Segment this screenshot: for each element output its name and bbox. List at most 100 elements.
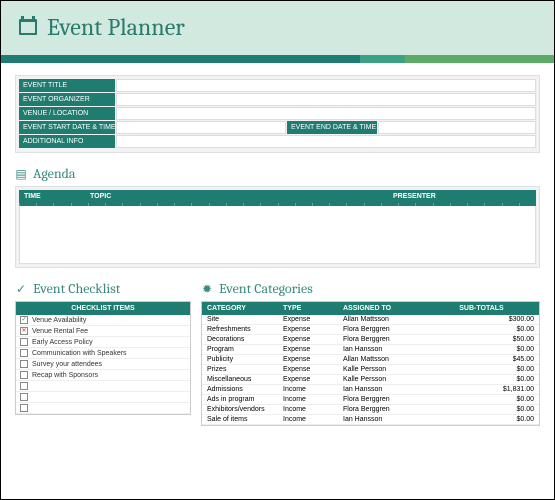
checklist-title-text: Event Checklist <box>33 280 120 297</box>
categories-header: CATEGORY TYPE ASSIGNED TO SUB-TOTALS <box>202 302 539 315</box>
checklist-item-label: Early Access Policy <box>32 339 186 346</box>
checklist-item-label: Survey your attendees <box>32 361 186 368</box>
cell-assigned: Kalle Persson <box>338 366 424 373</box>
category-row[interactable]: PublicityExpenseAllan Mattsson$45.00 <box>202 355 539 365</box>
col-type: TYPE <box>278 302 338 315</box>
category-row[interactable]: DecorationsExpenseFlora Berggren$50.00 <box>202 335 539 345</box>
category-row[interactable]: Exhibitors/vendorsIncomeFlora Berggren$0… <box>202 405 539 415</box>
field-start[interactable] <box>116 121 286 134</box>
checkbox[interactable] <box>20 349 28 357</box>
field-end[interactable] <box>378 121 536 134</box>
field-organizer[interactable] <box>116 93 536 106</box>
agenda-title: ▤ Agenda <box>15 165 540 182</box>
category-row[interactable]: PrizesExpenseKalle Persson$0.00 <box>202 365 539 375</box>
calendar-icon <box>19 19 37 35</box>
checklist-item[interactable]: Venue Rental Fee <box>16 326 190 337</box>
cell-subtotal: $0.00 <box>424 406 539 413</box>
cell-subtotal: $0.00 <box>424 326 539 333</box>
cell-type: Expense <box>278 376 338 383</box>
cell-assigned: Flora Berggren <box>338 396 424 403</box>
category-row[interactable]: SiteExpenseAllan Mattsson$300.00 <box>202 315 539 325</box>
field-additional[interactable] <box>116 135 536 148</box>
category-row[interactable]: MiscellaneousExpenseKalle Persson$0.00 <box>202 375 539 385</box>
checkbox[interactable] <box>20 360 28 368</box>
cell-category: Sale of items <box>202 416 278 423</box>
label-additional: ADDITIONAL INFO <box>19 135 115 148</box>
category-row[interactable]: AdmissionsIncomeIan Hansson$1,831.00 <box>202 385 539 395</box>
category-row[interactable]: Sale of itemsIncomeIan Hansson$0.00 <box>202 415 539 425</box>
cell-type: Income <box>278 386 338 393</box>
checklist-item[interactable]: Early Access Policy <box>16 337 190 348</box>
bulb-icon: ✹ <box>201 283 213 295</box>
cell-type: Expense <box>278 316 338 323</box>
category-row[interactable]: RefreshmentsExpenseFlora Berggren$0.00 <box>202 325 539 335</box>
cell-type: Expense <box>278 326 338 333</box>
checklist-item[interactable]: Venue Availability <box>16 315 190 326</box>
cell-subtotal: $1,831.00 <box>424 386 539 393</box>
agenda-col-time: TIME <box>19 190 85 203</box>
agenda-title-text: Agenda <box>33 165 76 182</box>
category-row[interactable]: Ads in programIncomeFlora Berggren$0.00 <box>202 395 539 405</box>
event-info-box: EVENT TITLE EVENT ORGANIZER VENUE / LOCA… <box>15 75 540 153</box>
cell-subtotal: $0.00 <box>424 396 539 403</box>
agenda-col-topic: TOPIC <box>85 190 388 203</box>
label-event-title: EVENT TITLE <box>19 79 115 92</box>
agenda-box: TIME TOPIC PRESENTER <box>15 186 540 268</box>
check-icon: ✓ <box>15 283 27 295</box>
cell-category: Exhibitors/vendors <box>202 406 278 413</box>
agenda-col-presenter: PRESENTER <box>388 190 536 203</box>
cell-assigned: Ian Hansson <box>338 416 424 423</box>
checklist-box: CHECKLIST ITEMS Venue Availability Venue … <box>15 301 191 415</box>
col-subtotals: SUB-TOTALS <box>424 302 539 315</box>
cell-category: Site <box>202 316 278 323</box>
cell-category: Decorations <box>202 336 278 343</box>
checkbox[interactable] <box>20 404 28 412</box>
agenda-section: ▤ Agenda TIME TOPIC PRESENTER <box>15 165 540 268</box>
col-category: CATEGORY <box>202 302 278 315</box>
checklist-item-label: Venue Availability <box>32 317 186 324</box>
checkbox[interactable] <box>20 371 28 379</box>
col-assigned: ASSIGNED TO <box>338 302 424 315</box>
categories-title-text: Event Categories <box>219 280 313 297</box>
accent-bar <box>1 55 554 63</box>
checkbox[interactable] <box>20 393 28 401</box>
categories-title: ✹ Event Categories <box>201 280 540 297</box>
label-start: EVENT START DATE & TIME <box>19 121 115 134</box>
cell-category: Ads in program <box>202 396 278 403</box>
cell-type: Income <box>278 406 338 413</box>
field-venue[interactable] <box>116 107 536 120</box>
checkbox[interactable] <box>20 327 28 335</box>
field-event-title[interactable] <box>116 79 536 92</box>
checkbox[interactable] <box>20 316 28 324</box>
cell-assigned: Ian Hansson <box>338 386 424 393</box>
page-title: Event Planner <box>19 13 536 41</box>
cell-assigned: Flora Berggren <box>338 336 424 343</box>
cell-type: Expense <box>278 366 338 373</box>
cell-assigned: Flora Berggren <box>338 326 424 333</box>
checklist-item[interactable]: Recap with Sponsors <box>16 370 190 381</box>
category-row[interactable]: ProgramExpenseIan Hansson$0.00 <box>202 345 539 355</box>
header: Event Planner <box>1 1 554 55</box>
cell-type: Income <box>278 416 338 423</box>
checklist-section: ✓ Event Checklist CHECKLIST ITEMS Venue … <box>15 280 191 426</box>
checklist-item[interactable]: Communication with Speakers <box>16 348 190 359</box>
checkbox[interactable] <box>20 382 28 390</box>
cell-type: Expense <box>278 336 338 343</box>
label-end: EVENT END DATE & TIME <box>287 121 377 134</box>
cell-assigned: Kalle Persson <box>338 376 424 383</box>
checklist-item[interactable]: Survey your attendees <box>16 359 190 370</box>
checklist-header: CHECKLIST ITEMS <box>16 302 190 315</box>
label-venue: VENUE / LOCATION <box>19 107 115 120</box>
checkbox[interactable] <box>20 338 28 346</box>
checklist-item[interactable] <box>16 403 190 414</box>
cell-subtotal: $0.00 <box>424 346 539 353</box>
checklist-item[interactable] <box>16 392 190 403</box>
agenda-ticks <box>19 203 536 206</box>
cell-assigned: Allan Mattsson <box>338 316 424 323</box>
cell-type: Expense <box>278 346 338 353</box>
cell-category: Admissions <box>202 386 278 393</box>
checklist-item[interactable] <box>16 381 190 392</box>
cell-subtotal: $45.00 <box>424 356 539 363</box>
page-title-text: Event Planner <box>47 13 185 41</box>
agenda-body[interactable] <box>19 206 536 264</box>
